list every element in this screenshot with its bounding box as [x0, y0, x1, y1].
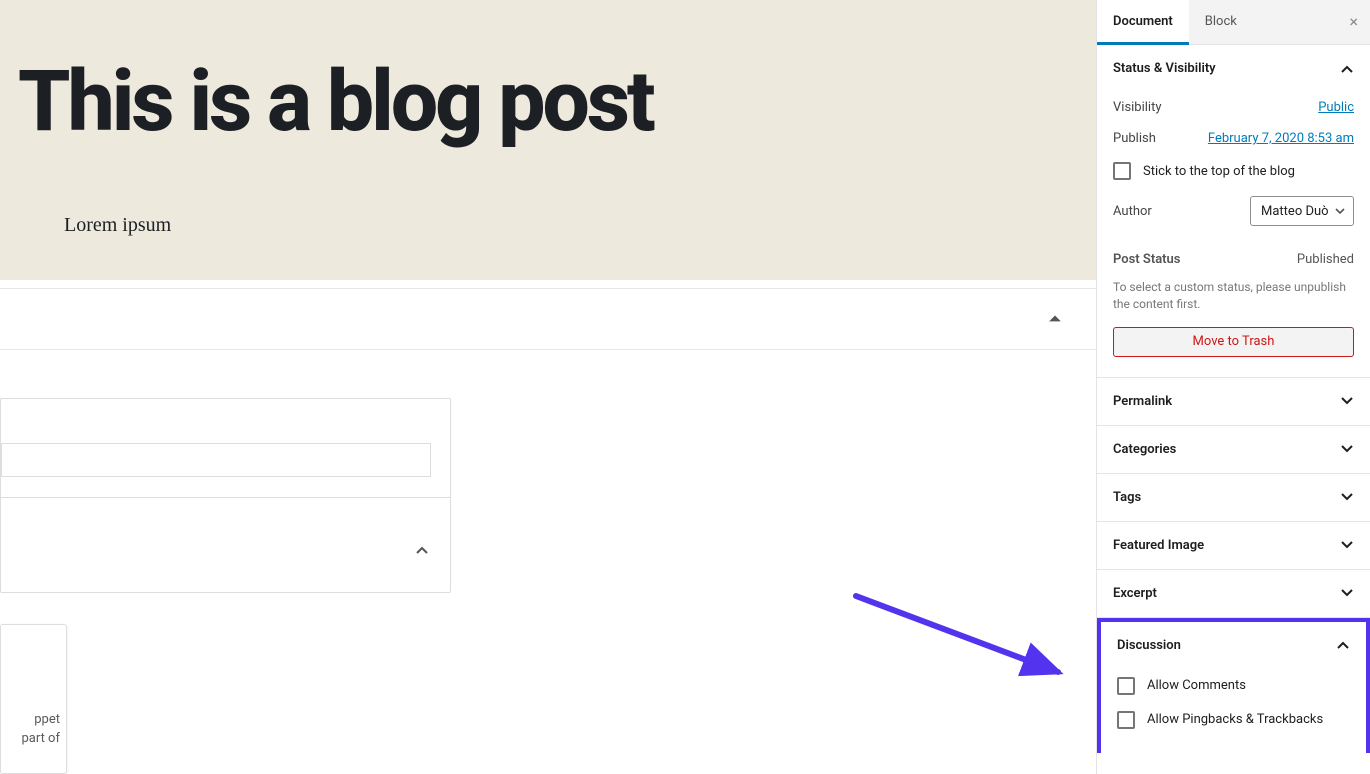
panel-discussion: Discussion Allow Comments Allow Pingback… [1097, 618, 1370, 753]
author-value: Matteo Duò [1261, 204, 1329, 219]
meta-box-panel [0, 398, 451, 593]
panel-header-status-visibility[interactable]: Status & Visibility [1097, 45, 1370, 92]
chevron-down-icon [1340, 442, 1354, 456]
annotation-arrow-icon [848, 588, 1078, 688]
snippet-line: ppet [1, 711, 60, 730]
post-hero: This is a blog post Lorem ipsum [0, 0, 1096, 280]
panel-title: Status & Visibility [1113, 61, 1216, 76]
chevron-down-icon [1340, 490, 1354, 504]
panel-title: Tags [1113, 490, 1141, 505]
tab-document[interactable]: Document [1097, 0, 1189, 45]
status-hint: To select a custom status, please unpubl… [1113, 271, 1354, 327]
panel-header-tags[interactable]: Tags [1097, 474, 1370, 521]
post-title[interactable]: This is a blog post [18, 60, 1096, 144]
editor-canvas: This is a blog post Lorem ipsum ppet par… [0, 0, 1096, 774]
post-status-label: Post Status [1113, 252, 1181, 267]
snippet-card: ppet part of [0, 624, 67, 774]
post-status-value: Published [1297, 252, 1354, 267]
panel-title: Permalink [1113, 394, 1172, 409]
panel-header-categories[interactable]: Categories [1097, 426, 1370, 473]
panel-header-discussion[interactable]: Discussion [1101, 622, 1366, 669]
sidebar-tabs: Document Block × [1097, 0, 1370, 45]
panel-excerpt: Excerpt [1097, 570, 1370, 618]
chevron-down-icon [1340, 586, 1354, 600]
panel-status-visibility: Status & Visibility Visibility Public Pu… [1097, 45, 1370, 378]
allow-comments-label: Allow Comments [1147, 678, 1246, 693]
panel-categories: Categories [1097, 426, 1370, 474]
chevron-up-icon [1340, 62, 1354, 76]
chevron-down-icon [1335, 206, 1345, 216]
chevron-up-icon [1336, 638, 1350, 652]
publish-date-link[interactable]: February 7, 2020 8:53 am [1208, 131, 1354, 146]
metabox-toolbar [0, 288, 1096, 350]
chevron-down-icon [1340, 394, 1354, 408]
publish-label: Publish [1113, 131, 1156, 146]
close-icon[interactable]: × [1345, 10, 1362, 34]
visibility-value-link[interactable]: Public [1318, 100, 1354, 115]
panel-header-excerpt[interactable]: Excerpt [1097, 570, 1370, 617]
meta-box-input[interactable] [1, 443, 431, 477]
visibility-label: Visibility [1113, 100, 1162, 115]
chevron-up-icon[interactable] [414, 542, 430, 558]
panel-title: Featured Image [1113, 538, 1204, 553]
panel-header-permalink[interactable]: Permalink [1097, 378, 1370, 425]
panel-featured-image: Featured Image [1097, 522, 1370, 570]
allow-comments-checkbox[interactable] [1117, 677, 1135, 695]
tab-block[interactable]: Block [1189, 0, 1253, 45]
stick-to-top-checkbox[interactable] [1113, 162, 1131, 180]
author-select[interactable]: Matteo Duò [1250, 196, 1354, 226]
stick-to-top-label: Stick to the top of the blog [1143, 164, 1295, 179]
allow-pingbacks-label: Allow Pingbacks & Trackbacks [1147, 712, 1323, 727]
panel-title: Excerpt [1113, 586, 1157, 601]
allow-pingbacks-checkbox[interactable] [1117, 711, 1135, 729]
chevron-down-icon [1340, 538, 1354, 552]
move-to-trash-button[interactable]: Move to Trash [1113, 327, 1354, 357]
settings-sidebar: Document Block × Status & Visibility Vis… [1096, 0, 1370, 774]
panel-title: Discussion [1117, 638, 1181, 653]
panel-tags: Tags [1097, 474, 1370, 522]
panel-permalink: Permalink [1097, 378, 1370, 426]
author-label: Author [1113, 204, 1152, 219]
post-paragraph[interactable]: Lorem ipsum [64, 214, 1096, 237]
collapse-up-icon[interactable] [1048, 312, 1062, 326]
panel-header-featured-image[interactable]: Featured Image [1097, 522, 1370, 569]
snippet-line: part of [1, 730, 60, 749]
panel-title: Categories [1113, 442, 1176, 457]
